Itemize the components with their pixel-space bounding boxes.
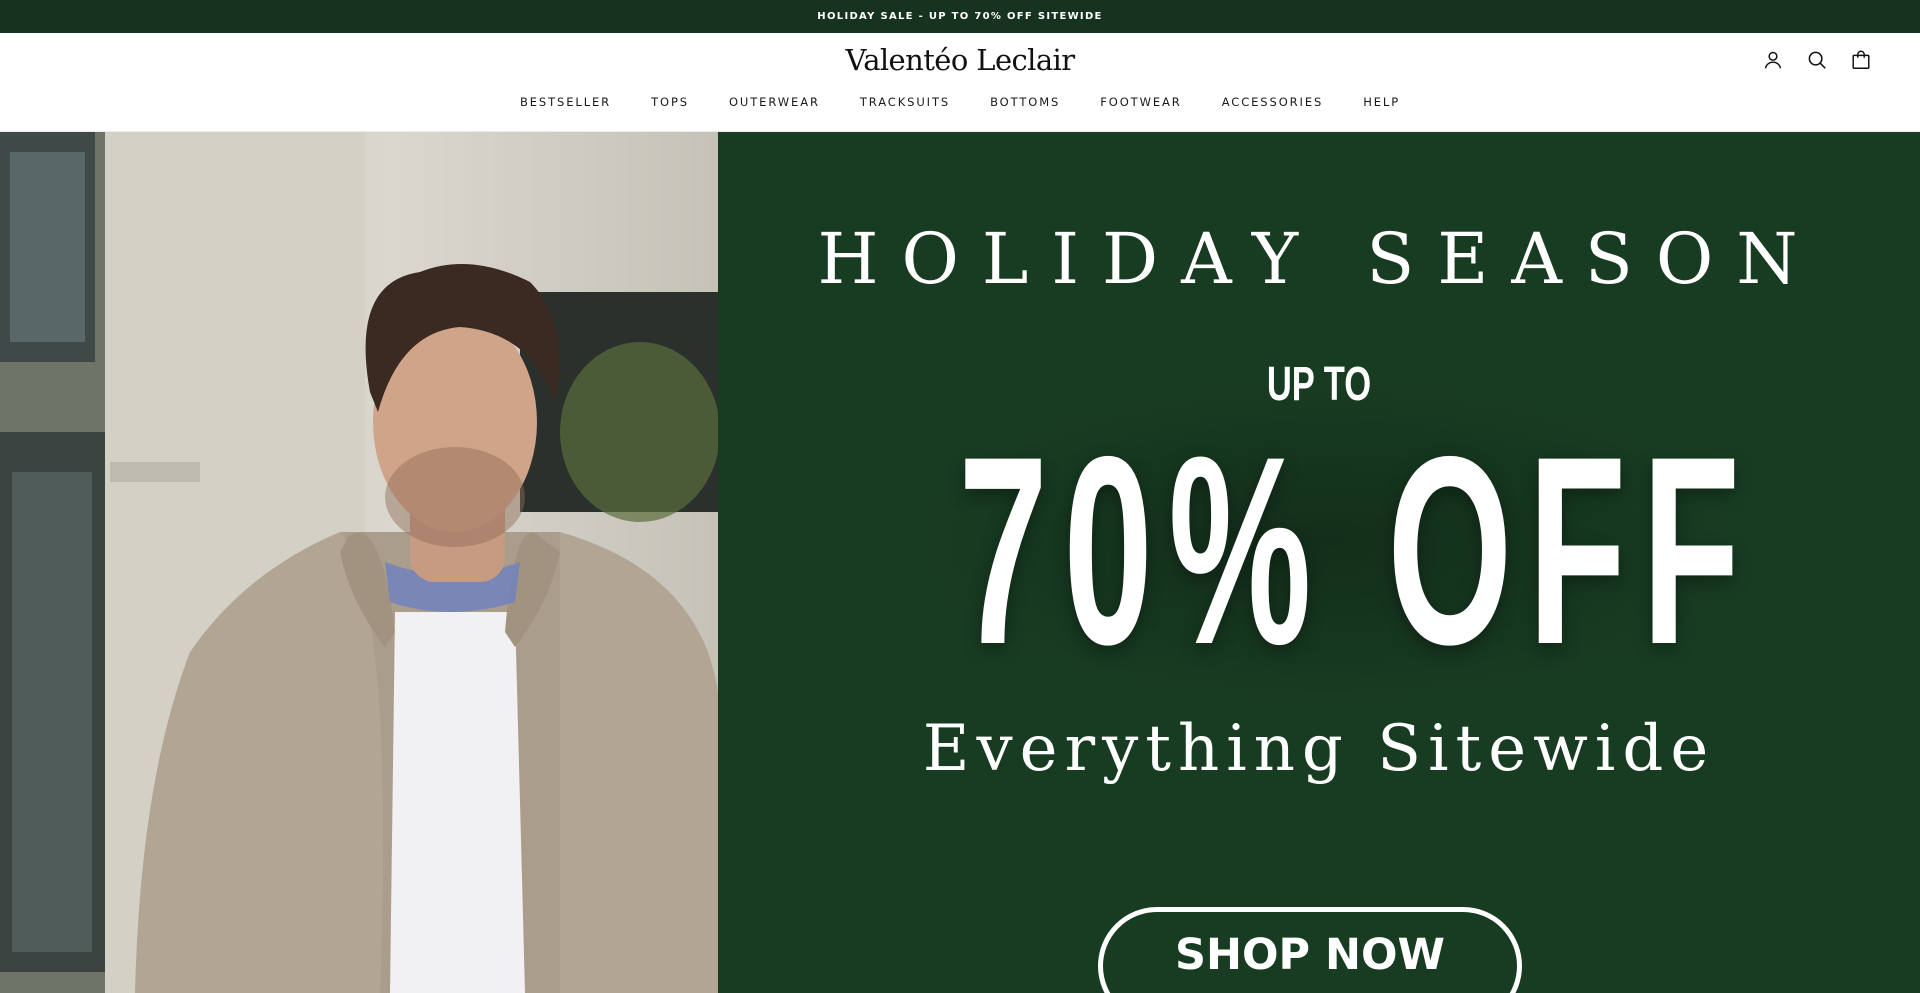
promo-subheading: Everything Sitewide (922, 712, 1716, 786)
announcement-text: HOLIDAY SALE - UP TO 70% OFF SITEWIDE (817, 11, 1103, 22)
nav-item-accessories[interactable]: ACCESSORIES (1222, 95, 1324, 109)
hero-banner[interactable]: HOLIDAY SEASON UP TO 70% OFF Everything … (0, 132, 1920, 993)
nav-item-outerwear[interactable]: OUTERWEAR (729, 95, 820, 109)
nav-item-footwear[interactable]: FOOTWEAR (1100, 95, 1181, 109)
bag-icon[interactable] (1850, 49, 1872, 71)
site-header: Valentéo Leclair BESTSELLER TOPS OUTERWE… (0, 33, 1920, 132)
account-icon[interactable] (1762, 49, 1784, 71)
promo-panel: HOLIDAY SEASON UP TO 70% OFF Everything … (718, 132, 1920, 993)
nav-item-tops[interactable]: TOPS (651, 95, 689, 109)
announcement-bar: HOLIDAY SALE - UP TO 70% OFF SITEWIDE (0, 0, 1920, 33)
shop-now-button[interactable]: SHOP NOW (1098, 907, 1522, 993)
nav-item-tracksuits[interactable]: TRACKSUITS (860, 95, 950, 109)
search-icon[interactable] (1806, 49, 1828, 71)
nav-item-bottoms[interactable]: BOTTOMS (990, 95, 1060, 109)
nav-item-bestseller[interactable]: BESTSELLER (520, 95, 611, 109)
nav-item-help[interactable]: HELP (1363, 95, 1400, 109)
promo-discount: 70% OFF (958, 400, 1756, 700)
hero-model-photo (0, 132, 718, 993)
promo-heading: HOLIDAY SEASON (817, 218, 1821, 300)
header-icons (1762, 49, 1872, 71)
brand-logo[interactable]: Valentéo Leclair (0, 43, 1920, 77)
main-nav: BESTSELLER TOPS OUTERWEAR TRACKSUITS BOT… (0, 95, 1920, 109)
